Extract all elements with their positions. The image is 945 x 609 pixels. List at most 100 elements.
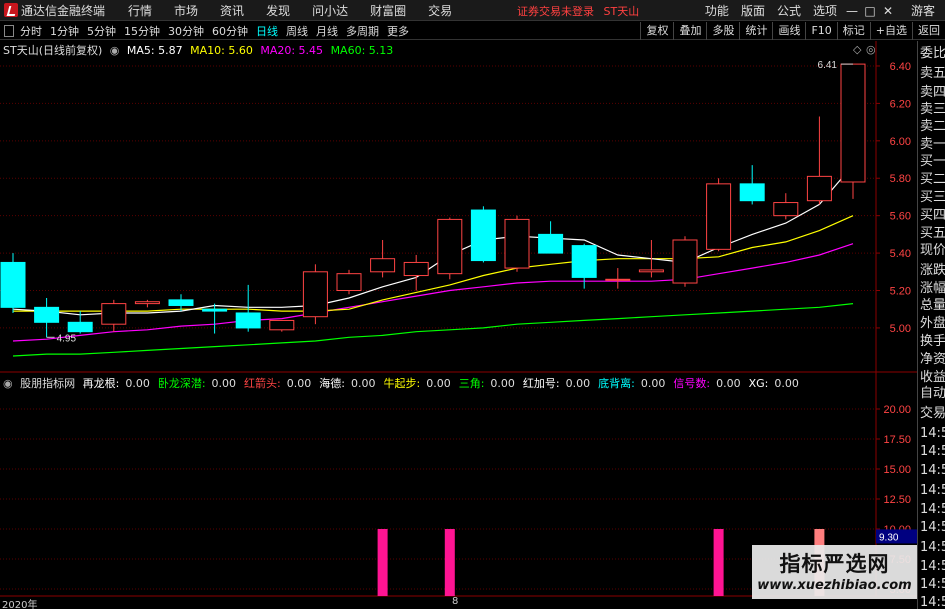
indicator-tick-label: 17.50: [883, 434, 911, 446]
menu-wealth[interactable]: 财富圈: [359, 2, 417, 19]
indicator-item: 三角: 0.00: [459, 377, 519, 390]
watermark: 指标严选网 www.xuezhibiao.com: [752, 545, 917, 599]
toolbar-right: 复权 叠加 多股 统计 画线 F10 标记 +自选 返回: [640, 22, 945, 40]
maximize-icon[interactable]: □: [861, 4, 879, 18]
period-weekly[interactable]: 周线: [286, 23, 308, 39]
sidebar-item: 自动: [920, 386, 945, 401]
candle-body-up: [302, 271, 328, 318]
candle-body-up: [336, 273, 362, 292]
sidebar-item: 14:55: [920, 502, 945, 517]
sidebar-item: 买二: [920, 172, 945, 187]
adjust-button[interactable]: 复权: [640, 22, 673, 40]
indicator-item-value: 0.00: [490, 377, 515, 390]
sidebar-item: 14:56: [920, 559, 945, 574]
candle-body-up: [504, 218, 530, 269]
settings-icon[interactable]: ◉: [110, 44, 120, 57]
menu-discover[interactable]: 发现: [255, 2, 301, 19]
candle-body-up: [806, 175, 832, 202]
indicator-item: 信号数: 0.00: [673, 377, 744, 390]
watermark-title: 指标严选网: [779, 552, 890, 576]
candle-body-down: [470, 209, 496, 262]
indicator-item-label: XG:: [748, 377, 769, 390]
stock-title: ST天山(日线前复权): [3, 44, 103, 57]
ma60-value: MA60: 5.13: [330, 44, 394, 57]
period-5min[interactable]: 5分钟: [87, 23, 116, 39]
period-monthly[interactable]: 月线: [316, 23, 338, 39]
period-multi[interactable]: 多周期: [346, 23, 379, 39]
low-label: 4.95: [57, 333, 77, 344]
panel-toggle-icon[interactable]: [4, 24, 14, 37]
menu-function[interactable]: 功能: [699, 2, 735, 19]
f10-button[interactable]: F10: [805, 22, 836, 40]
sidebar-item: 14:56: [920, 595, 945, 609]
candle-body-up: [840, 63, 866, 183]
period-30min[interactable]: 30分钟: [168, 23, 204, 39]
menu-layout[interactable]: 版面: [735, 2, 771, 19]
indicator-item-label: 三角:: [458, 377, 485, 390]
add-watchlist-button[interactable]: +自选: [869, 22, 912, 40]
sidebar-item: 14:55: [920, 483, 945, 498]
period-daily[interactable]: 日线: [256, 23, 278, 39]
indicator-item: 红加号: 0.00: [523, 377, 594, 390]
sidebar-item: 总量: [920, 298, 945, 313]
diamond-icon: ◇: [853, 43, 862, 56]
sidebar-item: 现价: [920, 243, 945, 258]
period-timeshare[interactable]: 分时: [20, 23, 42, 39]
indicator-item-value: 0.00: [125, 377, 150, 390]
menu-market[interactable]: 市场: [163, 2, 209, 19]
sidebar-item: 卖一: [920, 137, 945, 152]
indicator-tick-label: 15.00: [883, 464, 911, 476]
candle-body-up: [403, 261, 429, 277]
sidebar-item: 买四: [920, 208, 945, 223]
indicator-item-value: 0.00: [350, 377, 376, 390]
candle-body-up: [101, 303, 127, 325]
close-icon[interactable]: ✕: [879, 4, 897, 18]
indicator-item-value: 0.00: [211, 377, 237, 390]
period-more[interactable]: 更多: [387, 23, 409, 39]
app-logo-icon: [4, 3, 18, 17]
overlay-button[interactable]: 叠加: [673, 22, 706, 40]
period-15min[interactable]: 15分钟: [124, 23, 160, 39]
indicator-item: 海德: 0.00: [319, 377, 379, 390]
period-1min[interactable]: 1分钟: [50, 23, 79, 39]
candle-body-up: [773, 202, 799, 217]
sidebar-item: 卖四: [920, 85, 945, 100]
indicator-name: 股朋指标网: [20, 377, 76, 390]
sidebar-item: 外盘: [920, 316, 945, 331]
indicator-item: XG: 0.00: [749, 377, 803, 390]
menu-quotes[interactable]: 行情: [117, 2, 163, 19]
date-year: 2020年: [2, 600, 38, 609]
menu-news[interactable]: 资讯: [209, 2, 255, 19]
menu-formula[interactable]: 公式: [771, 2, 807, 19]
indicator-marker-label: 9.30: [879, 532, 899, 543]
indicator-settings-icon[interactable]: ◉: [3, 377, 13, 390]
candle-body-down: [0, 261, 26, 308]
period-toolbar: 分时 1分钟 5分钟 15分钟 30分钟 60分钟 日线 周线 月线 多周期 更…: [0, 22, 945, 40]
statistics-button[interactable]: 统计: [739, 22, 772, 40]
candle-body-down: [67, 321, 93, 333]
indicator-item: 红箭头: 0.00: [244, 377, 315, 390]
sidebar-item: 卖二: [920, 119, 945, 134]
indicator-tick-label: 12.50: [883, 494, 911, 506]
menu-options[interactable]: 选项: [807, 2, 843, 19]
menu-ask[interactable]: 问小达: [301, 2, 359, 19]
candle-body-up: [134, 301, 160, 305]
period-60min[interactable]: 60分钟: [212, 23, 248, 39]
draw-line-button[interactable]: 画线: [772, 22, 805, 40]
indicator-item: 底背离: 0.00: [598, 377, 669, 390]
mark-button[interactable]: 标记: [836, 22, 870, 40]
back-button[interactable]: 返回: [912, 22, 945, 40]
guest-label[interactable]: 游客: [911, 2, 935, 19]
indicator-item-label: 再龙根:: [82, 377, 120, 390]
multi-stock-button[interactable]: 多股: [706, 22, 739, 40]
sidebar-item: 卖三: [920, 102, 945, 117]
sidebar-item: 14:55: [920, 463, 945, 478]
indicator-item-label: 红加号:: [522, 377, 560, 390]
ma20-value: MA20: 5.45: [260, 44, 324, 57]
minimize-icon[interactable]: —: [843, 4, 861, 18]
high-label: 6.41: [818, 60, 838, 71]
indicator-item-value: 0.00: [640, 377, 666, 390]
kline-chart[interactable]: 5.00 5.20 5.40 5.60 5.80 6.00 6.20 6.40 20.00 17.…: [0, 41, 917, 609]
menu-trade[interactable]: 交易: [417, 2, 463, 19]
sidebar-item: 买一: [920, 154, 945, 169]
